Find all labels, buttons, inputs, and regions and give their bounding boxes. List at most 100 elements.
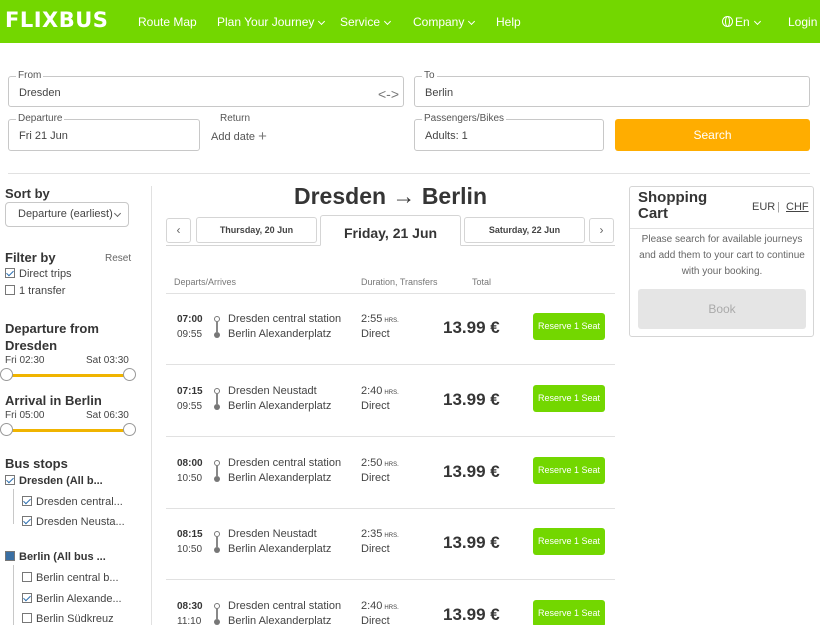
nav-company[interactable]: Company xyxy=(413,15,476,29)
sort-select[interactable]: Departure (earliest) xyxy=(5,202,129,227)
nav-help[interactable]: Help xyxy=(496,15,521,29)
col-departs-arrives: Departs/Arrives xyxy=(174,277,237,287)
reserve-seat-button[interactable]: Reserve 1 Seat xyxy=(533,600,605,625)
nav-label: Route Map xyxy=(138,15,197,29)
arrival-time: 09:55 xyxy=(177,329,203,340)
chevron-down-icon xyxy=(468,17,476,26)
book-button[interactable]: Book xyxy=(638,289,806,329)
reset-filters-link[interactable]: Reset xyxy=(105,253,131,264)
transfers: Direct xyxy=(361,543,390,555)
arrival-station: Berlin Alexanderplatz xyxy=(228,615,332,625)
route-line xyxy=(216,609,218,619)
price: 13.99 € xyxy=(443,605,500,624)
checkbox[interactable] xyxy=(5,475,15,485)
top-header: FLIXBUS Route Map Plan Your Journey Serv… xyxy=(0,0,820,43)
flixbus-logo[interactable]: FLIXBUS xyxy=(5,8,108,32)
route-line xyxy=(216,394,218,404)
arrival-station: Berlin Alexanderplatz xyxy=(228,328,332,340)
checkbox[interactable] xyxy=(5,285,15,295)
prev-day-button[interactable]: ‹ xyxy=(166,218,191,243)
checkbox[interactable] xyxy=(22,496,32,506)
title-line: Dresden xyxy=(5,338,58,353)
to-value: Berlin xyxy=(425,87,454,99)
checkbox[interactable] xyxy=(5,551,15,561)
departure-station: Dresden central station xyxy=(228,600,342,612)
from-label: From xyxy=(16,70,44,82)
sort-by-title: Sort by xyxy=(5,186,50,201)
nav-route-map[interactable]: Route Map xyxy=(138,15,197,29)
login-link[interactable]: Login xyxy=(788,15,817,29)
chevron-down-icon xyxy=(383,17,392,26)
departure-min: Fri 02:30 xyxy=(5,355,45,366)
departure-label: Departure xyxy=(16,113,65,125)
title-line: Departure from xyxy=(5,321,99,336)
filter-one-transfer[interactable]: 1 transfer xyxy=(5,285,65,297)
departure-time: 08:30 xyxy=(177,601,203,612)
nav-service[interactable]: Service xyxy=(340,15,392,29)
stop-dresden-neustadt[interactable]: Dresden Neusta... xyxy=(22,516,125,528)
departure-station: Dresden central station xyxy=(228,457,342,469)
departure-time: 07:15 xyxy=(177,386,203,397)
nav-label: Help xyxy=(496,15,521,29)
add-return-date[interactable]: Add date + xyxy=(211,128,267,145)
trip-row: 08:30 11:10 Dresden central station Berl… xyxy=(166,580,615,625)
stop-dresden-central[interactable]: Dresden central... xyxy=(22,496,123,508)
to-field[interactable]: To Berlin xyxy=(414,70,810,107)
filter-direct-trips[interactable]: Direct trips xyxy=(5,268,72,280)
nav-plan-your-journey[interactable]: Plan Your Journey xyxy=(217,15,326,29)
day-tab-thursday[interactable]: Thursday, 20 Jun xyxy=(196,217,317,243)
duration: 2:35 HRS. xyxy=(361,528,399,540)
reserve-seat-button[interactable]: Reserve 1 Seat xyxy=(533,457,605,484)
departure-range-max-handle[interactable] xyxy=(123,368,136,381)
stop-berlin-central[interactable]: Berlin central b... xyxy=(22,572,119,584)
sidebar-divider xyxy=(151,186,152,625)
sort-value: Departure (earliest) xyxy=(18,208,113,220)
arrival-station: Berlin Alexanderplatz xyxy=(228,543,332,555)
checkbox[interactable] xyxy=(5,268,15,278)
tree-line xyxy=(13,565,14,625)
checkbox[interactable] xyxy=(22,593,32,603)
stop-berlin-alexanderplatz[interactable]: Berlin Alexande... xyxy=(22,593,122,605)
arrival-range-max-handle[interactable] xyxy=(123,423,136,436)
stop-label: Berlin Südkreuz xyxy=(36,613,114,625)
departure-range-min-handle[interactable] xyxy=(0,368,13,381)
arrival-time: 11:10 xyxy=(177,616,202,625)
arrival-range-min-handle[interactable] xyxy=(0,423,13,436)
return-label: Return xyxy=(220,113,251,124)
departure-field[interactable]: Departure Fri 21 Jun xyxy=(8,113,200,151)
next-day-button[interactable]: › xyxy=(589,218,614,243)
search-button[interactable]: Search xyxy=(615,119,810,151)
passengers-field[interactable]: Passengers/Bikes Adults: 1 xyxy=(414,113,604,151)
reserve-seat-button[interactable]: Reserve 1 Seat xyxy=(533,313,605,340)
chevron-right-icon: › xyxy=(599,223,604,237)
chevron-left-icon: ‹ xyxy=(176,223,181,237)
stop-group-dresden[interactable]: Dresden (All b... xyxy=(5,475,103,487)
stop-berlin-suedkreuz[interactable]: Berlin Südkreuz xyxy=(22,613,114,625)
checkbox[interactable] xyxy=(22,516,32,526)
stop-group-berlin[interactable]: Berlin (All bus ... xyxy=(5,551,106,563)
reserve-seat-button[interactable]: Reserve 1 Seat xyxy=(533,528,605,555)
departure-time: 08:00 xyxy=(177,458,203,469)
language-selector[interactable]: En xyxy=(722,15,761,29)
currency-chf[interactable]: CHF xyxy=(786,201,809,213)
checkbox[interactable] xyxy=(22,572,32,582)
duration-value: 2:40 xyxy=(361,385,383,397)
add-date-label: Add date xyxy=(211,131,256,143)
day-tab-saturday[interactable]: Saturday, 22 Jun xyxy=(464,217,585,243)
chevron-down-icon xyxy=(318,17,326,26)
day-tab-friday[interactable]: Friday, 21 Jun xyxy=(320,215,461,246)
arrival-station: Berlin Alexanderplatz xyxy=(228,400,332,412)
col-duration-transfers: Duration, Transfers xyxy=(361,277,438,287)
route-line xyxy=(216,537,218,547)
from-value: Dresden xyxy=(19,87,61,99)
route-end-icon xyxy=(214,547,220,553)
swap-icon[interactable]: <-> xyxy=(378,86,399,102)
language-label: En xyxy=(735,15,750,29)
currency-eur[interactable]: EUR xyxy=(752,201,775,213)
checkbox[interactable] xyxy=(22,613,32,623)
from-field[interactable]: From Dresden <-> xyxy=(8,70,404,107)
trip-row: 08:00 10:50 Dresden central station Berl… xyxy=(166,437,615,509)
duration: 2:55 HRS. xyxy=(361,313,399,325)
route-end-icon xyxy=(214,404,220,410)
reserve-seat-button[interactable]: Reserve 1 Seat xyxy=(533,385,605,412)
